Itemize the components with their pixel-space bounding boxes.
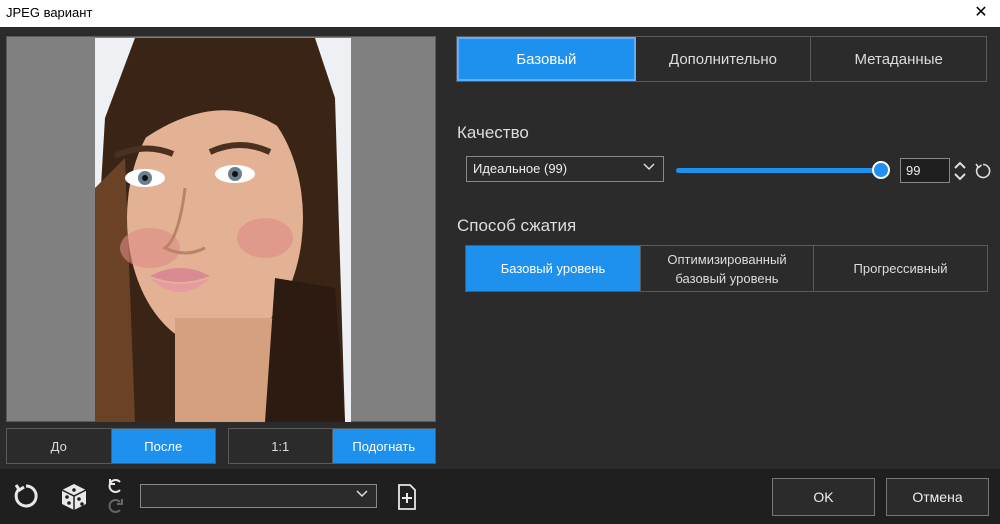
ok-button[interactable]: OK	[772, 478, 875, 516]
quality-stepper[interactable]	[952, 158, 968, 183]
after-button[interactable]: После	[111, 429, 215, 463]
dice-icon[interactable]	[58, 481, 90, 513]
settings-tabs: Базовый Дополнительно Метаданные	[456, 36, 987, 82]
compression-progressive[interactable]: Прогрессивный	[814, 246, 987, 291]
new-preset-icon[interactable]	[395, 482, 419, 512]
before-after-toggle: До После	[6, 428, 216, 464]
zoom-toggle: 1:1 Подогнать	[228, 428, 436, 464]
tab-basic[interactable]: Базовый	[457, 37, 636, 81]
preview-photo	[95, 38, 351, 422]
image-preview	[6, 36, 436, 422]
quality-label: Качество	[457, 123, 529, 142]
close-icon[interactable]: ✕	[970, 2, 992, 24]
compression-options: Базовый уровень Оптимизированный базовый…	[465, 245, 988, 292]
preset-select[interactable]	[140, 484, 377, 508]
tab-advanced[interactable]: Дополнительно	[636, 37, 812, 81]
title-bar: JPEG вариант ✕	[0, 0, 1000, 27]
quality-preset-value: Идеальное (99)	[473, 161, 568, 176]
quality-value-input[interactable]: 99	[900, 158, 950, 183]
chevron-down-icon	[356, 487, 368, 502]
quality-preset-select[interactable]: Идеальное (99)	[466, 156, 664, 182]
cancel-button[interactable]: Отмена	[886, 478, 989, 516]
chevron-down-icon	[643, 160, 655, 175]
before-button[interactable]: До	[7, 429, 112, 463]
compression-label: Способ сжатия	[457, 216, 577, 235]
reset-quality-icon[interactable]	[972, 160, 994, 182]
compression-optimized[interactable]: Оптимизированный базовый уровень	[641, 246, 814, 291]
fit-button[interactable]: Подогнать	[332, 429, 435, 463]
quality-slider-handle[interactable]	[872, 161, 890, 179]
reset-icon[interactable]	[10, 481, 42, 513]
chevron-up-down-icon	[954, 161, 966, 180]
zoom-1-1-button[interactable]: 1:1	[229, 429, 333, 463]
window-title: JPEG вариант	[6, 5, 93, 20]
compression-baseline[interactable]: Базовый уровень	[466, 246, 641, 291]
redo-icon[interactable]	[106, 497, 126, 515]
undo-icon[interactable]	[106, 477, 126, 495]
tab-metadata[interactable]: Метаданные	[811, 37, 986, 81]
quality-slider-track[interactable]	[676, 168, 880, 173]
